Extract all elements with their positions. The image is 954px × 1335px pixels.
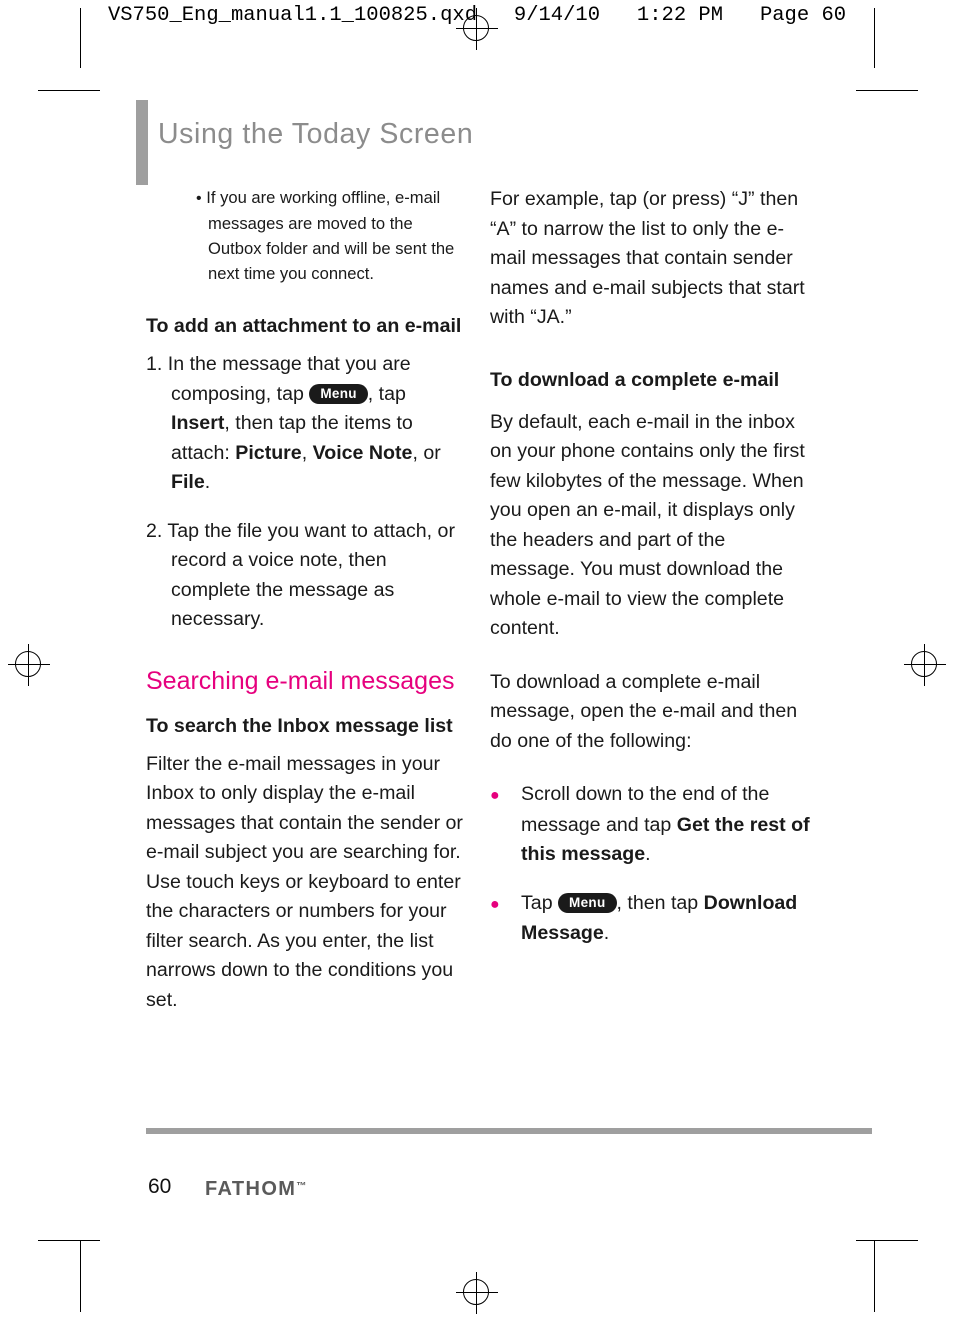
download-option-scroll-text-b: . <box>645 843 651 865</box>
offline-note-text: If you are working offline, e-mail messa… <box>206 188 455 283</box>
download-option-scroll: ● Scroll down to the end of the message a… <box>490 780 810 870</box>
step-1-text-b: , tap <box>367 382 406 405</box>
registration-mark-top <box>456 8 498 50</box>
step-1: 1. In the message that you are composing… <box>146 350 466 498</box>
heading-download-email: To download a complete e-mail <box>490 368 780 391</box>
step-1-voice-note: Voice Note <box>312 441 413 464</box>
step-1-file: File <box>171 471 205 493</box>
menu-key-badge[interactable]: Menu <box>309 383 368 404</box>
chapter-title-bar <box>136 100 148 185</box>
download-option-menu-text-b: , then tap <box>616 891 699 914</box>
crop-mark-left-vertical-bottom <box>80 1240 81 1312</box>
step-1-or: , or <box>412 441 441 464</box>
example-paragraph: For example, tap (or press) “J” then “A”… <box>490 188 805 328</box>
footer-rule <box>146 1128 872 1134</box>
crop-mark-top-right-horizontal <box>856 90 918 91</box>
download-option-menu-text-c: . <box>603 922 610 944</box>
heading-add-attachment: To add an attachment to an e-mail <box>146 315 462 337</box>
crop-mark-right-vertical <box>874 8 875 68</box>
registration-mark-right <box>904 644 946 686</box>
trademark-symbol: ™ <box>296 1181 307 1192</box>
manual-page: VS750_Eng_manual1.1_100825.qxd 9/14/10 1… <box>0 0 954 1335</box>
registration-mark-left <box>8 644 50 686</box>
heading-search-inbox: To search the Inbox message list <box>146 714 453 737</box>
crop-mark-top-left-horizontal <box>38 90 100 91</box>
brand-name: FATHOM <box>205 1178 297 1200</box>
step-1-insert: Insert <box>171 412 225 434</box>
download-option-menu: ● Tap Menu, then tap Download Message. <box>490 889 810 949</box>
crop-mark-left-vertical <box>80 8 81 68</box>
attachment-steps: 1. In the message that you are composing… <box>146 350 466 635</box>
note-bullet: • <box>196 190 202 207</box>
crop-mark-bottom-left-horizontal <box>38 1240 100 1241</box>
download-options-list: ● Scroll down to the end of the message a… <box>490 780 810 949</box>
brand-logo: FATHOM™ <box>205 1178 306 1201</box>
registration-mark-bottom <box>456 1272 498 1314</box>
heading-searching-email: Searching e-mail messages <box>146 666 455 695</box>
right-column: For example, tap (or press) “J” then “A”… <box>490 185 810 968</box>
step-1-picture: Picture <box>235 441 302 464</box>
download-paragraph-1: By default, each e-mail in the inbox on … <box>490 410 805 640</box>
step-2: 2. Tap the file you want to attach, or r… <box>146 519 455 631</box>
download-paragraph-2: To download a complete e-mail message, o… <box>490 670 798 752</box>
left-column: • If you are working offline, e-mail mes… <box>146 185 466 1034</box>
bullet-icon: ● <box>490 895 500 913</box>
page-number: 60 <box>148 1175 172 1198</box>
menu-key-badge[interactable]: Menu <box>558 892 617 913</box>
chapter-title: Using the Today Screen <box>158 118 474 150</box>
crop-mark-bottom-right-horizontal <box>856 1240 918 1241</box>
search-paragraph: Filter the e-mail messages in your Inbox… <box>146 752 463 1011</box>
download-option-menu-text-a: Tap <box>521 891 553 914</box>
crop-mark-right-vertical-bottom <box>874 1240 875 1312</box>
bullet-icon: ● <box>490 787 500 804</box>
step-1-period: . <box>204 471 211 493</box>
offline-note: • If you are working offline, e-mail mes… <box>146 185 466 286</box>
step-1-comma: , <box>301 441 308 464</box>
